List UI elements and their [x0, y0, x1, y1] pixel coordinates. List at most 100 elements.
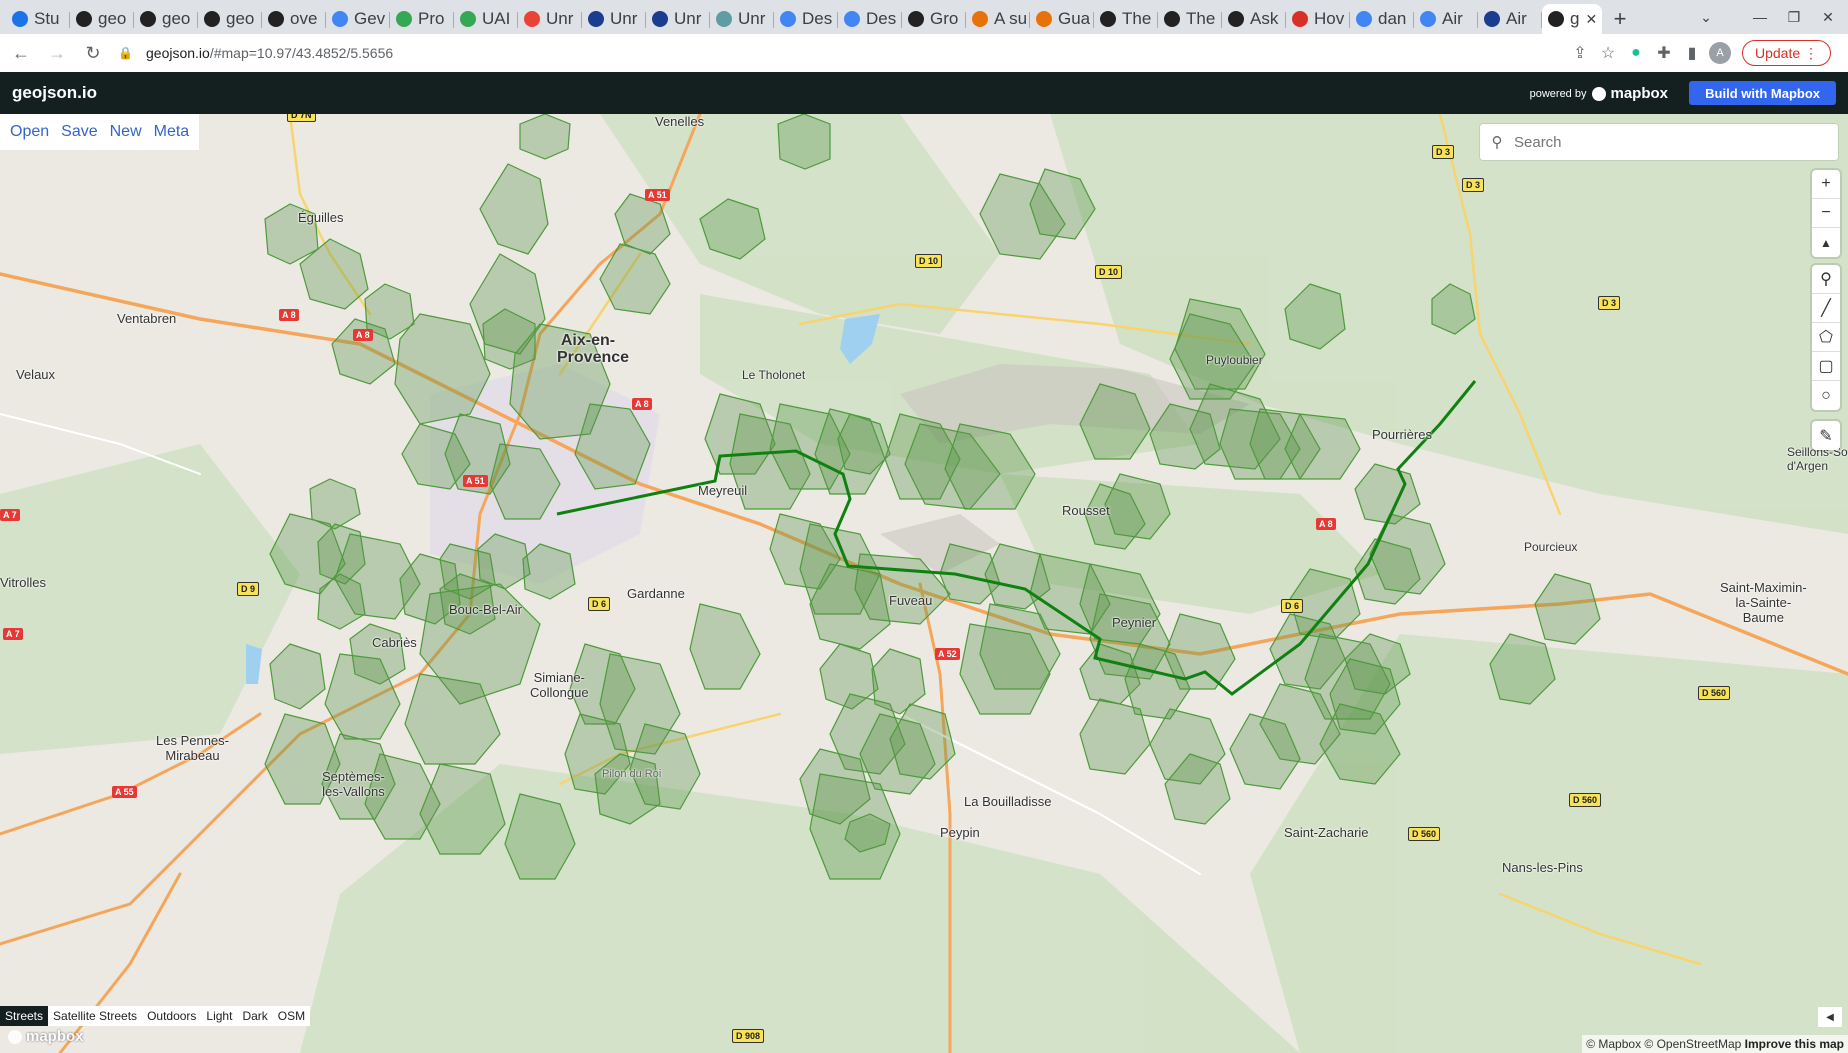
place-label: Bouc-Bel-Air	[449, 602, 522, 617]
mapbox-logo[interactable]: mapbox	[8, 1028, 84, 1045]
browser-tab[interactable]: Hov	[1286, 4, 1350, 34]
address-bar[interactable]: 🔒 geojson.io /#map=10.97/43.4852/5.5656	[118, 38, 1566, 68]
zoom-in-icon[interactable]: +	[1812, 170, 1840, 199]
extensions-icon[interactable]: ✚	[1650, 39, 1678, 67]
zoom-out-icon[interactable]: −	[1812, 199, 1840, 228]
tab-title: Gev	[354, 9, 386, 28]
profile-avatar[interactable]: A	[1706, 39, 1734, 67]
draw-circle-icon[interactable]: ○	[1812, 381, 1840, 410]
tab-favicon-icon	[12, 11, 28, 27]
road-shield: A 52	[935, 648, 960, 660]
browser-tab[interactable]: UAI	[454, 4, 518, 34]
road-shield: D 7N	[287, 114, 316, 122]
layer-option-light[interactable]: Light	[201, 1006, 237, 1026]
browser-tab[interactable]: Unr	[710, 4, 774, 34]
browser-tab[interactable]: Air	[1414, 4, 1478, 34]
back-icon[interactable]: ←	[6, 38, 36, 68]
browser-tab[interactable]: Des	[774, 4, 838, 34]
map-canvas[interactable]: Venelles Éguilles Ventabren Velaux Aix-e…	[0, 114, 1848, 1053]
browser-tab[interactable]: The	[1158, 4, 1222, 34]
browser-tab[interactable]: A su	[966, 4, 1030, 34]
draw-controls: ⚲ ╱ ⬠ ▢ ○	[1812, 265, 1840, 410]
build-with-mapbox-button[interactable]: Build with Mapbox	[1689, 81, 1836, 105]
browser-tab[interactable]: dan	[1350, 4, 1414, 34]
menu-item-new[interactable]: New	[110, 123, 142, 141]
pennes-line-1: Les Pennes-	[156, 733, 229, 748]
saintmax-line-2: la-Sainte-	[1735, 595, 1792, 610]
browser-tab[interactable]: geo	[134, 4, 198, 34]
mapbox-brand[interactable]: mapbox	[1592, 85, 1668, 102]
aix-line-2: Provence	[557, 349, 630, 366]
tab-title: g	[1570, 9, 1580, 28]
url-host: geojson.io	[146, 45, 210, 61]
browser-tab[interactable]: Gev	[326, 4, 390, 34]
draw-polygon-icon[interactable]: ⬠	[1812, 323, 1840, 352]
layer-option-osm[interactable]: OSM	[273, 1006, 310, 1026]
menu-item-meta[interactable]: Meta	[154, 123, 190, 141]
improve-map-link[interactable]: Improve this map	[1745, 1037, 1844, 1051]
side-panel-icon[interactable]: ▮	[1678, 39, 1706, 67]
grammarly-icon[interactable]: ●	[1622, 39, 1650, 67]
attribution: © Mapbox © OpenStreetMap Improve this ma…	[1582, 1035, 1848, 1053]
powered-by: powered by mapbox	[1530, 85, 1668, 102]
browser-tab[interactable]: Unr	[582, 4, 646, 34]
tab-favicon-icon	[908, 11, 924, 27]
draw-line-icon[interactable]: ╱	[1812, 294, 1840, 323]
tab-search-icon[interactable]: ⌄	[1686, 0, 1726, 34]
place-label: Pourcieux	[1524, 540, 1578, 554]
bookmark-star-icon[interactable]: ☆	[1594, 39, 1622, 67]
tab-title: Unr	[674, 9, 702, 28]
browser-tab[interactable]: Air	[1478, 4, 1542, 34]
update-button[interactable]: Update ⋮	[1742, 40, 1832, 66]
close-window-icon[interactable]: ✕	[1808, 0, 1848, 34]
share-icon[interactable]: ⇪	[1566, 39, 1594, 67]
browser-tab[interactable]: geo	[70, 4, 134, 34]
browser-tab[interactable]: Unr	[518, 4, 582, 34]
road-shield: D 10	[1095, 265, 1123, 279]
browser-tab[interactable]: Pro	[390, 4, 454, 34]
browser-tab[interactable]: Gua	[1030, 4, 1094, 34]
brand-title[interactable]: geojson.io	[12, 83, 97, 103]
browser-tab[interactable]: geo	[198, 4, 262, 34]
tab-favicon-icon	[1228, 11, 1244, 27]
layer-option-streets[interactable]: Streets	[0, 1006, 49, 1026]
collapse-panel-icon[interactable]: ◀	[1818, 1007, 1842, 1027]
place-label-city: Aix-en- Provence	[557, 332, 629, 366]
draw-rectangle-icon[interactable]: ▢	[1812, 352, 1840, 381]
menu-item-save[interactable]: Save	[61, 123, 97, 141]
menu-item-open[interactable]: Open	[10, 123, 49, 141]
close-tab-icon[interactable]: ✕	[1585, 11, 1597, 28]
tab-title: Stu	[34, 9, 60, 28]
layer-option-outdoors[interactable]: Outdoors	[142, 1006, 201, 1026]
road-shield: A 7	[0, 509, 20, 521]
attribution-text[interactable]: © Mapbox © OpenStreetMap	[1586, 1037, 1741, 1051]
tab-favicon-icon	[588, 11, 604, 27]
browser-tab[interactable]: Ask	[1222, 4, 1286, 34]
edit-icon[interactable]: ✎	[1812, 421, 1840, 450]
browser-tab[interactable]: Unr	[646, 4, 710, 34]
search-input[interactable]	[1514, 133, 1814, 151]
tab-favicon-icon	[140, 11, 156, 27]
place-label: Meyreuil	[698, 483, 748, 498]
new-tab-icon[interactable]: +	[1602, 4, 1638, 34]
place-label: Saint-Zacharie	[1284, 825, 1369, 840]
septemes-line-2: les-Vallons	[322, 784, 385, 799]
browser-tab[interactable]: The	[1094, 4, 1158, 34]
draw-point-icon[interactable]: ⚲	[1812, 265, 1840, 294]
browser-tab[interactable]: Des	[838, 4, 902, 34]
forward-icon[interactable]: →	[42, 38, 72, 68]
place-label: Pilon du Roi	[602, 768, 662, 780]
browser-tab[interactable]: Gro	[902, 4, 966, 34]
search-box[interactable]: ⚲	[1480, 124, 1838, 160]
layer-option-satellite-streets[interactable]: Satellite Streets	[48, 1006, 142, 1026]
place-label: Fuveau	[889, 593, 933, 608]
road-shield: D 3	[1598, 296, 1621, 310]
browser-tab[interactable]: Stu	[6, 4, 70, 34]
tab-favicon-icon	[1420, 11, 1436, 27]
browser-tab[interactable]: ove	[262, 4, 326, 34]
reload-icon[interactable]: ↻	[78, 38, 108, 68]
tab-title: Pro	[418, 9, 445, 28]
compass-icon[interactable]: ▲	[1812, 228, 1840, 257]
layer-option-dark[interactable]: Dark	[237, 1006, 272, 1026]
browser-tab-active[interactable]: g ✕	[1542, 4, 1602, 34]
